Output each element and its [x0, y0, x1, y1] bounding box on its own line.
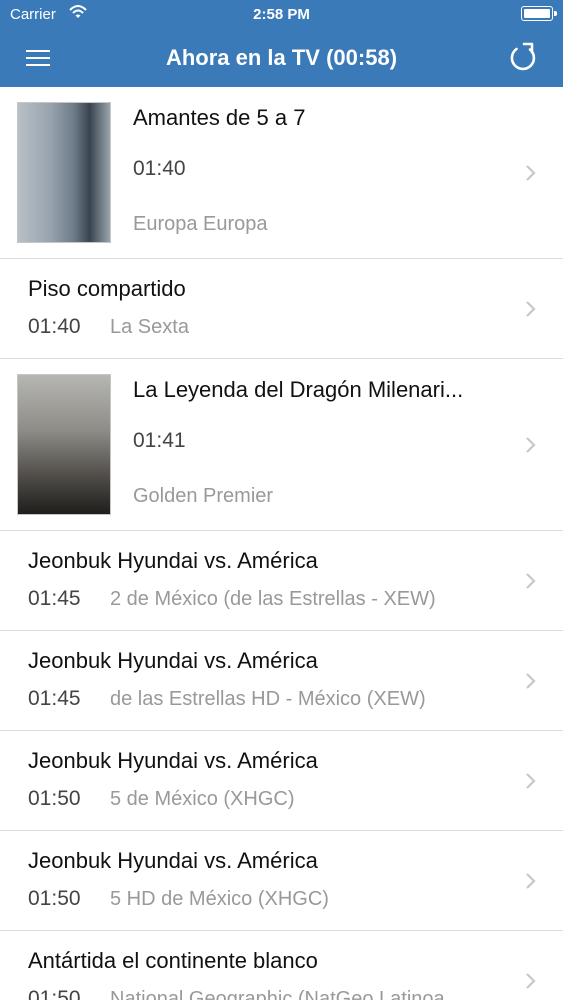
list-item[interactable]: La Leyenda del Dragón Milenari... 01:41 … — [0, 359, 563, 531]
list-item[interactable]: Antártida el continente blanco 01:50 Nat… — [0, 931, 563, 1000]
program-time: 01:41 — [133, 429, 186, 452]
chevron-right-icon — [526, 972, 536, 989]
refresh-icon — [510, 42, 536, 71]
chevron-right-icon — [526, 436, 536, 453]
program-list: Amantes de 5 a 7 01:40 Europa Europa Pis… — [0, 87, 563, 1000]
program-title: Jeonbuk Hyundai vs. América — [28, 748, 318, 773]
program-title: Jeonbuk Hyundai vs. América — [28, 848, 318, 873]
program-time: 01:40 — [133, 157, 186, 180]
page-title: Ahora en la TV (00:58) — [165, 45, 398, 70]
refresh-button[interactable] — [505, 40, 541, 76]
program-channel: 5 HD de México (XHGC) — [110, 888, 329, 910]
program-channel: La Sexta — [110, 316, 189, 338]
list-item[interactable]: Jeonbuk Hyundai vs. América 01:45 de las… — [0, 631, 563, 731]
chevron-right-icon — [526, 772, 536, 789]
chevron-right-icon — [526, 572, 536, 589]
chevron-right-icon — [526, 300, 536, 317]
menu-button[interactable] — [24, 44, 54, 72]
program-channel: Europa Europa — [133, 213, 268, 235]
program-title: Piso compartido — [28, 276, 186, 301]
program-time: 01:50 — [28, 887, 81, 910]
battery-icon — [521, 6, 557, 21]
program-time: 01:50 — [28, 987, 81, 1000]
program-time: 01:45 — [28, 687, 81, 710]
chevron-right-icon — [526, 872, 536, 889]
program-channel: 5 de México (XHGC) — [110, 788, 295, 810]
chevron-right-icon — [526, 672, 536, 689]
program-time: 01:40 — [28, 315, 81, 338]
program-channel: 2 de México (de las Estrellas - XEW) — [110, 588, 436, 610]
program-title: La Leyenda del Dragón Milenari... — [133, 377, 464, 402]
program-time: 01:50 — [28, 787, 81, 810]
program-title: Jeonbuk Hyundai vs. América — [28, 648, 318, 673]
program-title: Amantes de 5 a 7 — [133, 105, 306, 130]
chevron-right-icon — [526, 164, 536, 181]
program-title: Antártida el continente blanco — [28, 948, 318, 973]
program-thumbnail — [17, 102, 111, 243]
program-channel: National Geographic (NatGeo Latinoa — [110, 988, 445, 1000]
list-item[interactable]: Amantes de 5 a 7 01:40 Europa Europa — [0, 87, 563, 259]
list-item[interactable]: Piso compartido 01:40 La Sexta — [0, 259, 563, 359]
navigation-bar: Ahora en la TV (00:58) — [0, 30, 563, 87]
program-title: Jeonbuk Hyundai vs. América — [28, 548, 318, 573]
program-channel: de las Estrellas HD - México (XEW) — [110, 688, 426, 710]
hamburger-menu-icon — [26, 50, 50, 52]
program-channel: Golden Premier — [133, 485, 274, 507]
list-item[interactable]: Jeonbuk Hyundai vs. América 01:45 2 de M… — [0, 531, 563, 631]
program-time: 01:45 — [28, 587, 81, 610]
status-time: 2:58 PM — [253, 6, 310, 23]
program-thumbnail — [17, 374, 111, 515]
list-item[interactable]: Jeonbuk Hyundai vs. América 01:50 5 HD d… — [0, 831, 563, 931]
status-bar: Carrier 2:58 PM — [0, 0, 563, 30]
list-item[interactable]: Jeonbuk Hyundai vs. América 01:50 5 de M… — [0, 731, 563, 831]
